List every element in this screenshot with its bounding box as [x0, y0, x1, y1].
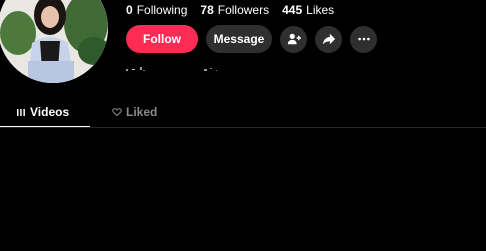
- avatar-photo: [0, 0, 108, 83]
- add-friend-button[interactable]: [280, 25, 307, 53]
- tab-videos[interactable]: Videos: [16, 105, 69, 119]
- add-friend-icon: [287, 33, 301, 45]
- follow-button[interactable]: Follow: [126, 25, 198, 53]
- tab-liked[interactable]: Liked: [112, 105, 157, 119]
- likes-label: Likes: [306, 3, 335, 17]
- bio-text-obscured: [126, 67, 217, 71]
- profile-actions: Follow Message: [126, 25, 377, 53]
- stat-likes: 445 Likes: [282, 3, 334, 17]
- avatar[interactable]: [0, 0, 108, 83]
- grid-icon: [17, 109, 25, 116]
- followers-count: 78: [200, 3, 214, 17]
- share-button[interactable]: [315, 25, 342, 53]
- stat-following[interactable]: 0 Following: [126, 3, 187, 17]
- tab-videos-label: Videos: [30, 105, 70, 119]
- more-button[interactable]: [350, 25, 377, 53]
- stat-followers[interactable]: 78 Followers: [200, 3, 269, 17]
- followers-label: Followers: [217, 3, 270, 17]
- tab-liked-label: Liked: [126, 105, 158, 119]
- following-label: Following: [136, 3, 188, 17]
- videos-content-area: [0, 128, 486, 251]
- following-count: 0: [126, 3, 133, 17]
- profile-tabs: Videos Liked: [0, 100, 486, 128]
- likes-count: 445: [282, 3, 303, 17]
- heart-lock-icon: [112, 108, 122, 117]
- profile-stats: 0 Following 78 Followers 445 Likes: [126, 3, 334, 17]
- share-icon: [322, 33, 335, 45]
- more-icon: [357, 37, 370, 41]
- profile-page: 0 Following 78 Followers 445 Likes Follow M…: [0, 0, 486, 251]
- message-button[interactable]: Message: [206, 25, 272, 53]
